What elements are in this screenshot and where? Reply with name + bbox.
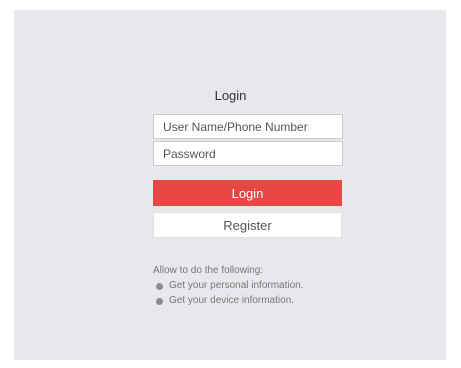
bullet-dot-icon [156,297,163,305]
register-button[interactable]: Register [153,212,342,238]
page-title: Login [214,88,247,103]
login-button[interactable]: Login [153,180,342,206]
username-input[interactable] [153,114,343,139]
permission-text: Get your personal information. [169,280,304,291]
permission-item: Get your personal information. [153,279,304,293]
permission-text: Get your device information. [169,295,295,306]
password-input[interactable] [153,141,343,166]
bullet-dot-icon [156,282,163,290]
permissions-list: Allow to do the following: Get your pers… [153,264,304,309]
permission-item: Get your device information. [153,294,304,308]
permissions-heading: Allow to do the following: [153,265,264,276]
